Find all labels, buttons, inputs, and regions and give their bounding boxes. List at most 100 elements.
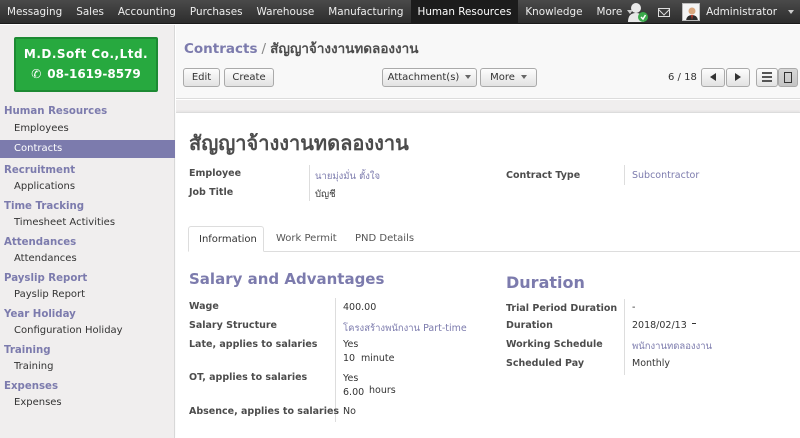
duration-label: Duration xyxy=(506,320,553,331)
breadcrumb-contracts-link[interactable]: Contracts xyxy=(184,41,258,57)
salary-structure-label: Salary Structure xyxy=(189,320,278,331)
user-avatar[interactable] xyxy=(682,3,701,21)
logo-phone: ✆ 08-1619-8579 xyxy=(16,67,156,81)
attachment-button[interactable]: Attachment(s) xyxy=(382,68,477,87)
sidebar-section-human-resources: Human Resources xyxy=(4,106,108,117)
breadcrumb: Contracts / สัญญาจ้างงานทดลองงาน xyxy=(184,37,418,59)
breadcrumb-current: สัญญาจ้างงานทดลองงาน xyxy=(270,41,419,57)
list-view-icon xyxy=(762,70,772,84)
sidebar: M.D.Soft Co.,Ltd. ✆ 08-1619-8579 Human R… xyxy=(0,25,175,438)
contract-type-label: Contract Type xyxy=(506,170,581,181)
late-unit: minute xyxy=(361,353,395,364)
absence-label: Absence, applies to salaries xyxy=(189,406,340,417)
tab-work-permit[interactable]: Work Permit xyxy=(266,226,347,252)
sidebar-item-training[interactable]: Training xyxy=(0,358,175,376)
trial-period-value: - xyxy=(632,302,636,313)
next-record-button[interactable] xyxy=(726,68,750,87)
ot-label: OT, applies to salaries xyxy=(189,372,308,383)
edit-button[interactable]: Edit xyxy=(183,68,220,87)
ot-amount: 6.00 xyxy=(343,387,365,398)
form-container: สัญญาจ้างงานทดลองงาน Employee นายมุ่งมั่… xyxy=(176,100,800,438)
ot-value: Yes xyxy=(343,373,359,384)
user-name[interactable]: Administrator xyxy=(706,6,777,18)
form-view-icon xyxy=(784,71,792,83)
sidebar-menu: Human Resources Employees Contracts Recr… xyxy=(0,105,175,412)
wage-label: Wage xyxy=(189,301,219,312)
sidebar-item-applications[interactable]: Applications xyxy=(0,178,175,196)
field-divider xyxy=(309,165,310,201)
create-button[interactable]: Create xyxy=(224,68,274,87)
contract-type-value[interactable]: Subcontractor xyxy=(632,170,699,181)
salary-structure-value[interactable]: โครงสร้างพนักงาน Part-time xyxy=(343,321,467,336)
sidebar-section-payslip-report: Payslip Report xyxy=(4,273,88,284)
working-schedule-label: Working Schedule xyxy=(506,339,603,350)
menu-purchases[interactable]: Purchases xyxy=(183,0,250,24)
tab-information[interactable]: Information xyxy=(188,226,264,252)
field-divider xyxy=(624,299,625,375)
arrow-left-icon xyxy=(710,73,716,81)
form-tabs: Information Work Permit PND Details xyxy=(188,226,800,252)
form-view-button[interactable] xyxy=(778,68,798,87)
chevron-down-icon xyxy=(465,75,472,79)
ot-unit: hours xyxy=(369,385,396,396)
more-label: More xyxy=(490,72,515,83)
salary-heading: Salary and Advantages xyxy=(189,270,385,288)
list-view-button[interactable] xyxy=(756,68,778,87)
top-menu: Messaging Sales Accounting Purchases War… xyxy=(0,0,640,24)
duration-heading: Duration xyxy=(506,273,585,292)
absence-value: No xyxy=(343,406,356,417)
field-divider xyxy=(624,165,625,185)
chat-icon[interactable] xyxy=(626,0,650,24)
logo-phone-number: 08-1619-8579 xyxy=(47,67,141,81)
sidebar-section-training: Training xyxy=(4,345,51,356)
menu-sales[interactable]: Sales xyxy=(69,0,111,24)
logo-company-name: M.D.Soft Co.,Ltd. xyxy=(23,47,149,61)
sidebar-item-attendances[interactable]: Attendances xyxy=(0,250,175,268)
scheduled-pay-label: Scheduled Pay xyxy=(506,358,585,369)
duration-value: 2018/02/13 xyxy=(632,320,696,331)
top-right-tools: Administrator xyxy=(626,0,800,24)
menu-manufacturing[interactable]: Manufacturing xyxy=(321,0,410,24)
duration-start: 2018/02/13 xyxy=(632,320,687,331)
sidebar-section-recruitment: Recruitment xyxy=(4,165,76,176)
field-divider xyxy=(335,298,336,422)
menu-warehouse[interactable]: Warehouse xyxy=(250,0,322,24)
form-sheet: สัญญาจ้างงานทดลองงาน Employee นายมุ่งมั่… xyxy=(176,112,800,438)
contract-title: สัญญาจ้างงานทดลองงาน xyxy=(189,131,409,155)
sidebar-item-payslip-report[interactable]: Payslip Report xyxy=(0,286,175,304)
company-logo[interactable]: M.D.Soft Co.,Ltd. ✆ 08-1619-8579 xyxy=(14,37,158,92)
menu-human-resources[interactable]: Human Resources xyxy=(410,0,519,24)
sidebar-item-employees[interactable]: Employees xyxy=(0,120,175,138)
tab-pnd-details[interactable]: PND Details xyxy=(345,226,424,252)
control-panel: Contracts / สัญญาจ้างงานทดลองงาน Edit Crea… xyxy=(176,25,800,99)
breadcrumb-separator: / xyxy=(261,41,267,57)
chevron-down-icon[interactable] xyxy=(788,10,794,14)
chevron-down-icon xyxy=(520,75,527,79)
sidebar-section-expenses: Expenses xyxy=(4,381,59,392)
sidebar-section-year-holiday: Year Holiday xyxy=(4,309,76,320)
pager-value[interactable]: 6 / 18 xyxy=(668,72,697,83)
trial-period-label: Trial Period Duration xyxy=(506,303,618,314)
working-schedule-value[interactable]: พนักงานทดลองงาน xyxy=(632,339,712,354)
menu-accounting[interactable]: Accounting xyxy=(111,0,183,24)
more-button[interactable]: More xyxy=(480,68,537,87)
menu-knowledge[interactable]: Knowledge xyxy=(518,0,589,24)
wage-value: 400.00 xyxy=(343,302,377,313)
sidebar-item-expenses[interactable]: Expenses xyxy=(0,394,175,412)
menu-messaging[interactable]: Messaging xyxy=(0,0,69,24)
previous-record-button[interactable] xyxy=(701,68,725,87)
late-amount: 10 xyxy=(343,353,356,364)
late-label: Late, applies to salaries xyxy=(189,339,318,350)
sidebar-item-contracts[interactable]: Contracts xyxy=(0,140,175,158)
attachment-label: Attachment(s) xyxy=(387,72,460,83)
sidebar-section-attendances: Attendances xyxy=(4,237,77,248)
sidebar-section-time-tracking: Time Tracking xyxy=(4,201,85,212)
employee-value[interactable]: นายมุ่งมั่น ตั้งใจ xyxy=(315,169,380,184)
employee-label: Employee xyxy=(189,168,242,179)
job-title-label: Job Title xyxy=(189,187,234,198)
mail-icon[interactable] xyxy=(658,7,671,17)
late-value: Yes xyxy=(343,339,359,350)
arrow-right-icon xyxy=(735,73,741,81)
sidebar-item-configuration-holiday[interactable]: Configuration Holiday xyxy=(0,322,175,340)
sidebar-item-timesheet-activities[interactable]: Timesheet Activities xyxy=(0,214,175,232)
